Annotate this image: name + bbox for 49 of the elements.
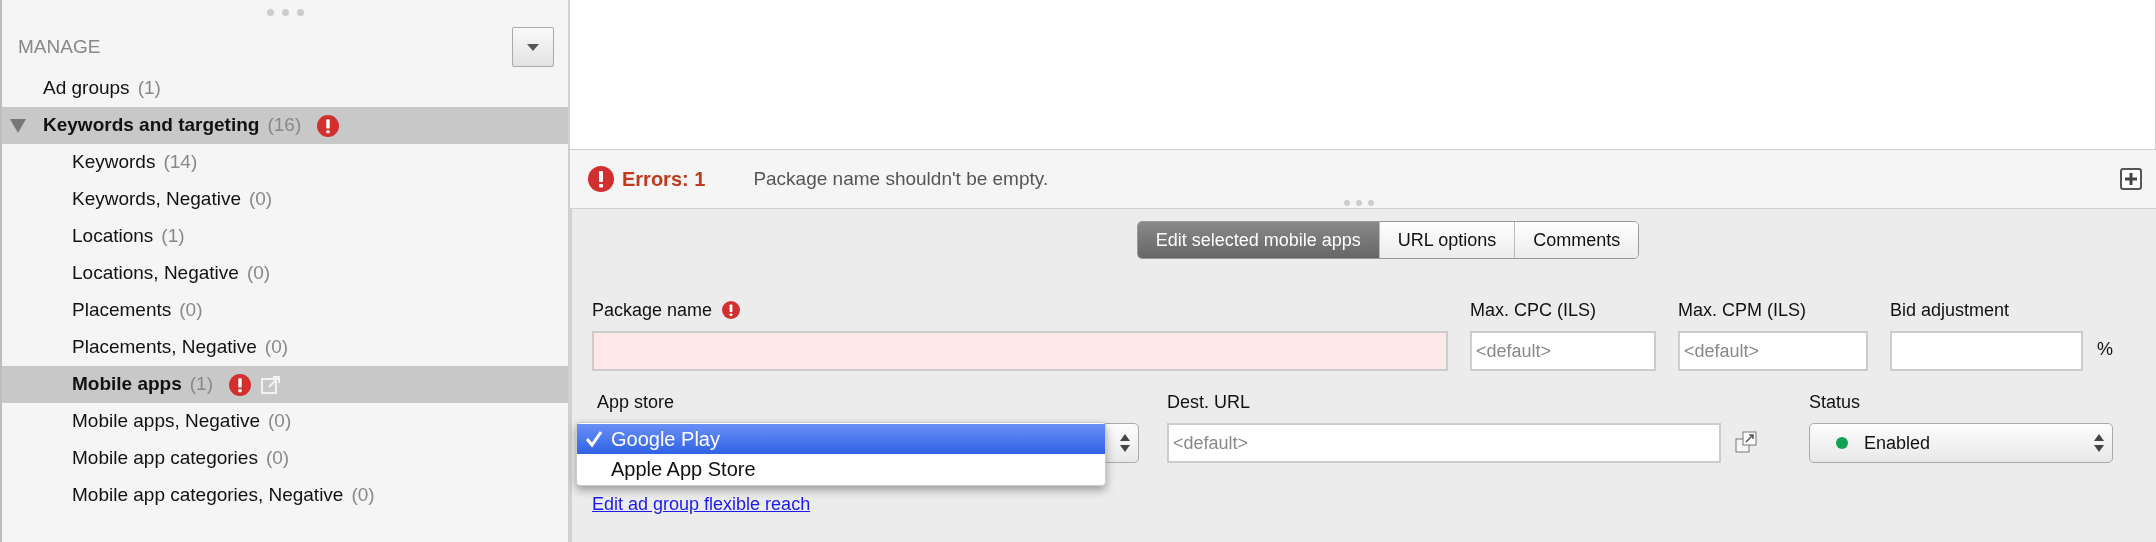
tree-item[interactable]: Mobile apps, Negative (0) [2, 403, 568, 440]
field-label: App store [597, 391, 676, 414]
expanded-triangle-icon[interactable] [9, 118, 26, 133]
tree-item[interactable]: Locations (1) [2, 218, 568, 255]
max-cpm-field[interactable]: <default> [1678, 331, 1868, 371]
tree-item[interactable]: Keywords (14) [2, 144, 568, 181]
add-icon[interactable] [2120, 168, 2142, 190]
tab[interactable]: URL options [1378, 222, 1515, 258]
error-icon [229, 373, 252, 396]
field-label: Max. CPC (ILS) [1470, 299, 1598, 322]
error-icon [317, 114, 340, 137]
external-link-icon[interactable] [261, 374, 282, 395]
tree-item[interactable]: Keywords and targeting (16) [2, 107, 568, 144]
tab[interactable]: Comments [1514, 222, 1639, 258]
tree-item[interactable]: Mobile apps (1) [2, 366, 568, 403]
dest-url-field[interactable]: <default> [1167, 423, 1721, 463]
field-label: Bid adjustment [1890, 299, 2011, 322]
tree-item[interactable]: Placements, Negative (0) [2, 329, 568, 366]
tree-item[interactable]: Mobile app categories, Negative (0) [2, 477, 568, 514]
tree-item[interactable]: Mobile app categories (0) [2, 440, 568, 477]
error-count: Errors: 1 [622, 167, 706, 192]
menu-item[interactable]: Google Play [577, 424, 1105, 454]
bid-adjustment-field[interactable] [1890, 331, 2083, 371]
max-cpc-field[interactable]: <default> [1470, 331, 1656, 371]
field-label: Status [1809, 391, 1862, 414]
updown-icon [1120, 434, 1130, 452]
checkmark-icon [585, 430, 603, 448]
field-label: Package name [592, 298, 713, 322]
flexible-reach-link[interactable]: Edit ad group flexible reach [592, 494, 811, 514]
error-icon [588, 166, 614, 192]
error-message: Package name shouldn't be empty. [753, 166, 1049, 191]
unit-label: % [2097, 338, 2113, 361]
dropdown-button[interactable] [512, 27, 554, 67]
tree-item[interactable]: Placements (0) [2, 292, 568, 329]
drag-handle-icon[interactable] [1344, 200, 1374, 206]
section-title: MANAGE [18, 34, 101, 59]
tree-item[interactable]: Ad groups (1) [2, 70, 568, 107]
popout-icon[interactable] [1735, 431, 1757, 453]
updown-icon [2094, 434, 2104, 452]
field-label: Max. CPM (ILS) [1678, 299, 1807, 322]
menu-item[interactable]: Apple App Store [577, 454, 1105, 484]
error-icon [722, 301, 741, 319]
caret-icon [527, 43, 539, 51]
tab[interactable]: Edit selected mobile apps [1137, 222, 1379, 258]
tree-item[interactable]: Keywords, Negative (0) [2, 181, 568, 218]
tree-item[interactable]: Locations, Negative (0) [2, 255, 568, 292]
package-name-field[interactable] [592, 331, 1448, 371]
field-label: Dest. URL [1167, 391, 1252, 414]
status-select[interactable]: Enabled [1809, 423, 2113, 463]
